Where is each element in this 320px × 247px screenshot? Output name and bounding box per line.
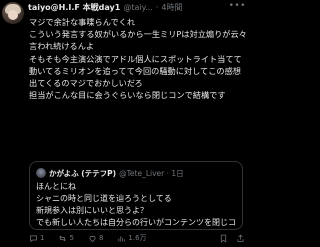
more-icon[interactable]: ••• (229, 1, 246, 11)
reply-icon (30, 235, 37, 242)
quoted-post-text: ほんとにね シャニの時と同じ道を辿ろうとしてる 新規参入は別にいいと思うよ？ で… (36, 182, 236, 227)
repost-count: 5 (69, 234, 74, 242)
views-count: 1.6万 (128, 234, 147, 242)
author-display-name[interactable]: taiyo@H.I.F 本戦day1 (28, 2, 120, 14)
separator-dot: · (155, 3, 159, 12)
post-header: taiyo@H.I.F 本戦day1 @taiy... · 4時間 (28, 0, 238, 16)
repost-icon (59, 235, 67, 241)
like-icon (89, 235, 96, 242)
post-text: マジで余計な事喋らんでくれ こういう発言する奴がいるから一生ミリPは対立煽りが云… (29, 17, 247, 101)
share-icon (237, 234, 244, 242)
post-actions: 1 5 8 1.6万 (29, 232, 247, 244)
reply-button[interactable]: 1 (29, 234, 44, 243)
share-button[interactable] (236, 234, 247, 243)
quoted-author-name: かがよふ (テテフP) (49, 168, 117, 178)
bookmark-icon (220, 234, 227, 243)
author-handle[interactable]: @taiy... (123, 2, 152, 14)
post-timestamp[interactable]: 4時間 (161, 2, 182, 14)
quoted-author-handle: @Tete_Liver · 1日 (119, 168, 184, 178)
quoted-post-header: かがよふ (テテフP) @Tete_Liver · 1日 (36, 167, 184, 179)
like-button[interactable]: 8 (88, 234, 103, 243)
quoted-post[interactable]: かがよふ (テテフP) @Tete_Liver · 1日 ほんとにね シャニの時… (29, 161, 243, 230)
views-icon (118, 235, 126, 241)
repost-button[interactable]: 5 (58, 234, 74, 243)
views-button[interactable]: 1.6万 (117, 233, 147, 243)
bookmark-button[interactable] (219, 234, 230, 243)
quoted-author-avatar (36, 168, 46, 178)
reply-count: 1 (40, 234, 45, 242)
avatar-face (8, 10, 18, 20)
author-avatar[interactable] (2, 2, 24, 24)
like-count: 8 (98, 234, 104, 242)
